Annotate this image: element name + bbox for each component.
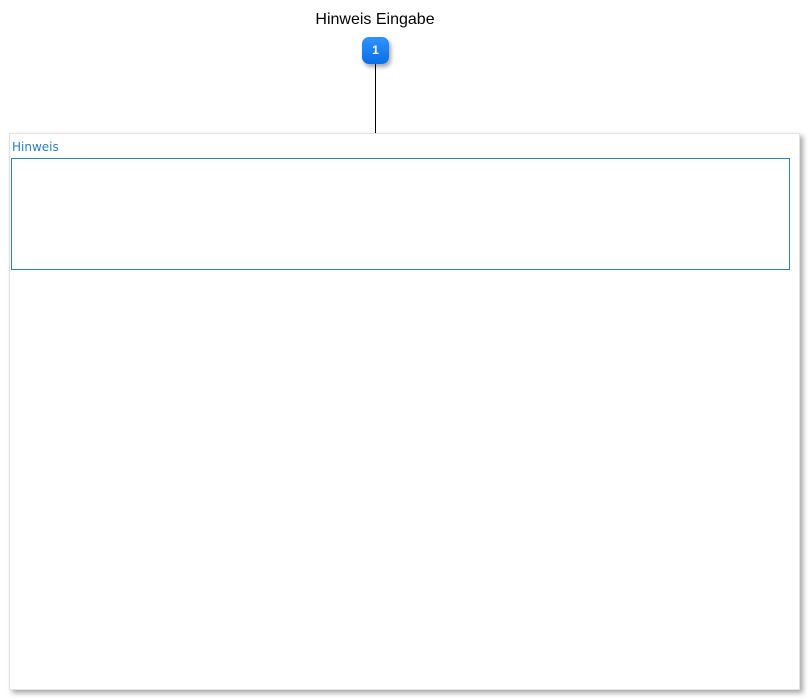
callout-title: Hinweis Eingabe <box>315 11 435 28</box>
page: Hinweis Eingabe 1 Hinweis <box>0 0 808 699</box>
note-field-label: Hinweis <box>12 140 59 154</box>
form-panel: Hinweis <box>9 133 800 690</box>
callout-number-badge: 1 <box>362 37 389 64</box>
note-input[interactable] <box>11 158 790 270</box>
